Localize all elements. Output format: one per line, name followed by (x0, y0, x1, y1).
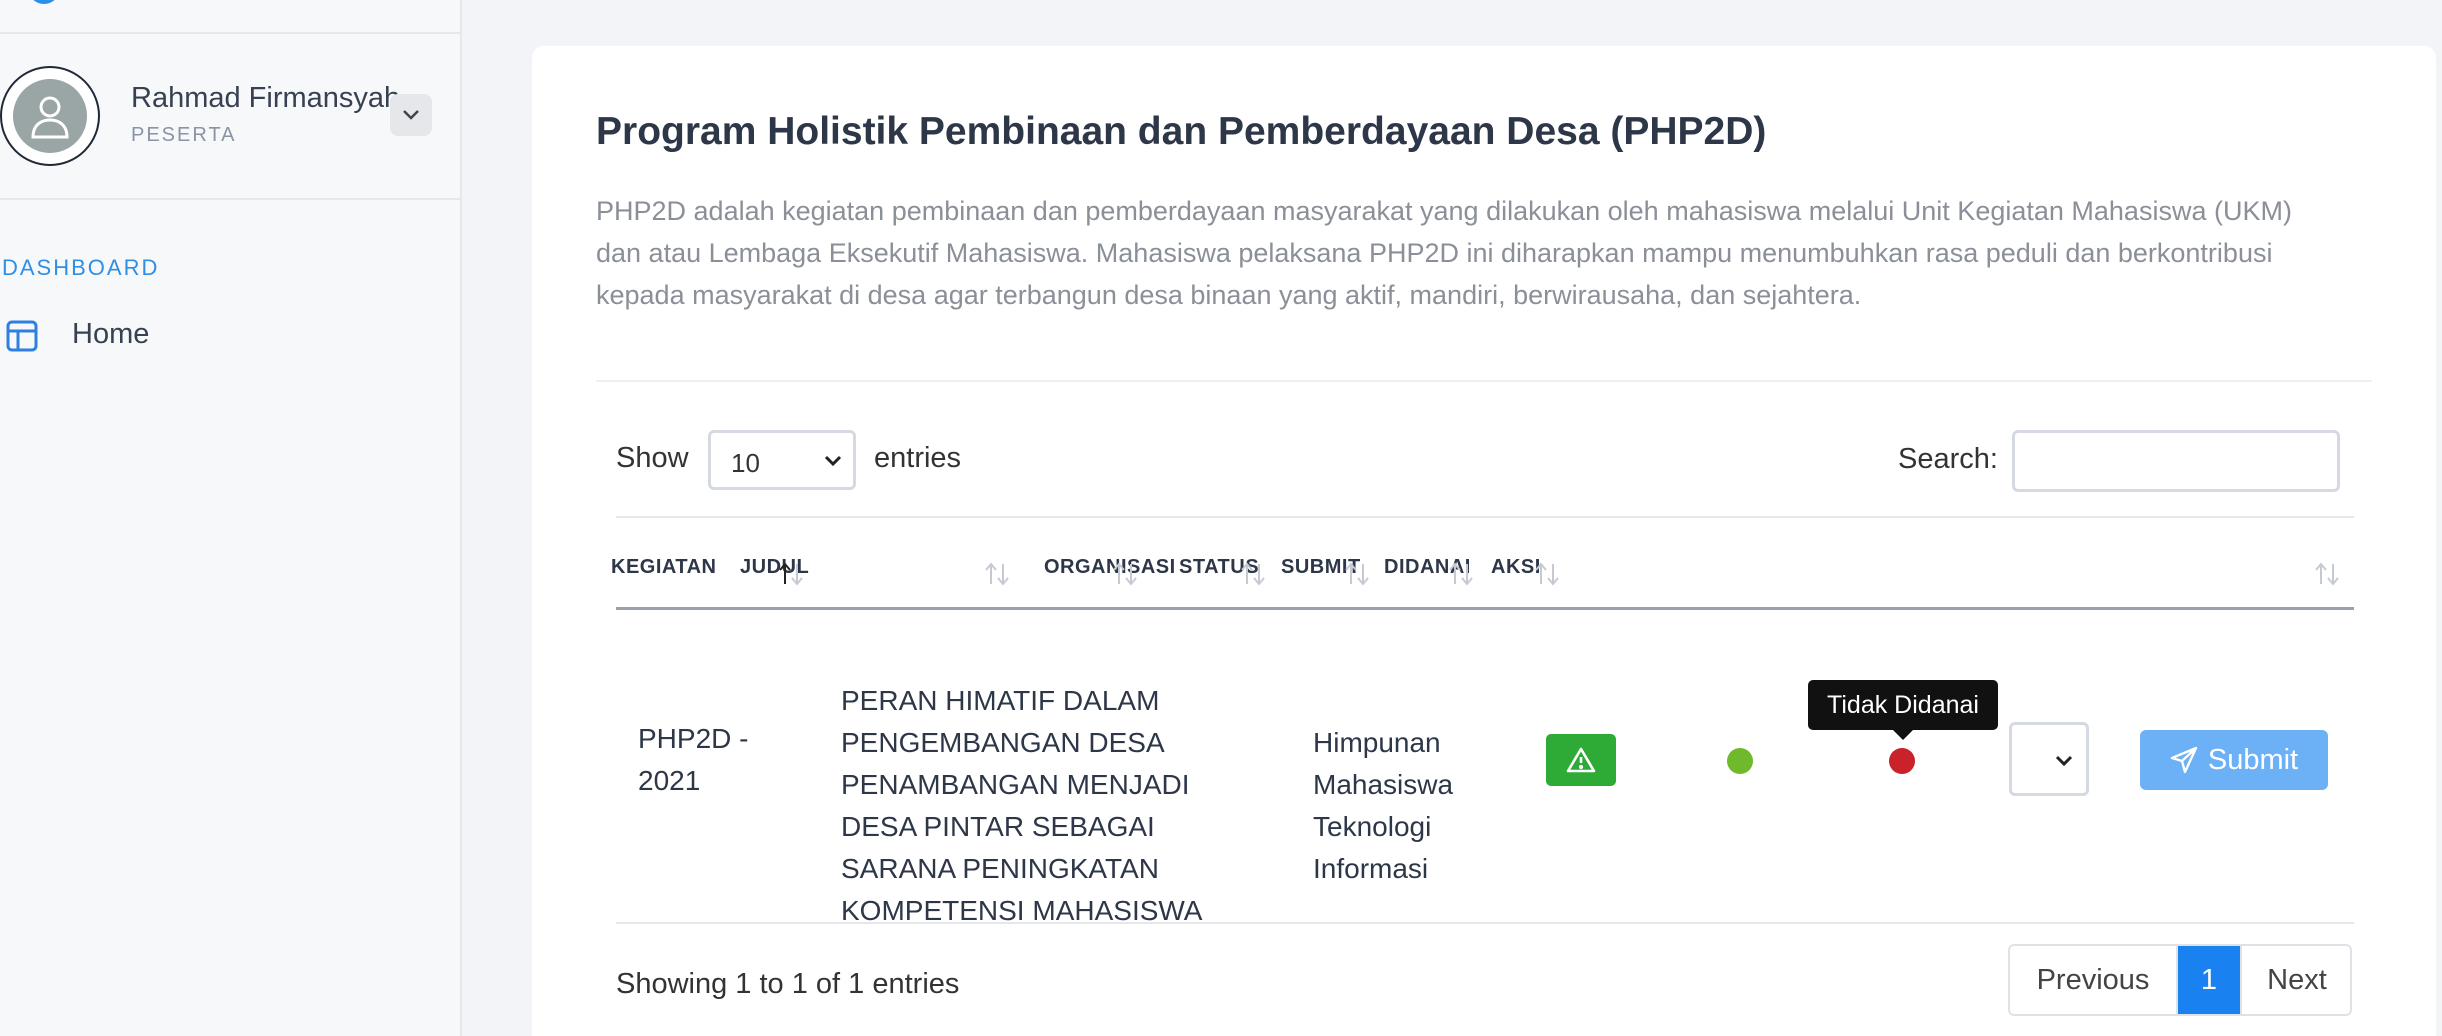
sort-icon[interactable] (1448, 560, 1474, 588)
sort-icon[interactable] (1534, 560, 1560, 588)
layout-icon (6, 320, 38, 357)
table-header-border (616, 607, 2354, 610)
pagination-page-1[interactable]: 1 (2178, 946, 2240, 1014)
user-icon (13, 79, 87, 153)
submit-status-dot (1727, 748, 1753, 774)
didanai-tooltip: Tidak Didanai (1808, 680, 1998, 740)
page-length-select[interactable]: 10 (708, 430, 856, 490)
sort-icon[interactable] (2314, 560, 2340, 588)
sidebar: Rahmad Firmansyah PESERTA DASHBOARD Home (0, 0, 462, 1036)
send-icon (2170, 746, 2198, 774)
sidebar-divider (0, 198, 460, 200)
column-header-kegiatan[interactable]: KEGIATAN (611, 556, 716, 579)
sort-icon[interactable] (1240, 560, 1266, 588)
pagination-previous[interactable]: Previous (2010, 946, 2178, 1014)
cell-judul: PERAN HIMATIF DALAM PENGEMBANGAN DESA PE… (841, 685, 1203, 926)
aksi-select[interactable] (2009, 722, 2089, 796)
chevron-down-icon (403, 110, 419, 120)
sidebar-divider (0, 32, 460, 34)
page-description: PHP2D adalah kegiatan pembinaan dan pemb… (596, 196, 2292, 310)
show-label: Show (616, 442, 689, 474)
pagination: Previous 1 Next (2008, 944, 2352, 1016)
pagination-next[interactable]: Next (2240, 946, 2350, 1014)
sort-icon[interactable] (1112, 560, 1138, 588)
search-label: Search: (1898, 443, 1998, 475)
content-card: Program Holistik Pembinaan dan Pemberday… (532, 46, 2436, 1036)
app-logo-icon (28, 0, 60, 4)
user-menu-toggle[interactable] (390, 94, 432, 136)
entries-label: entries (874, 442, 962, 474)
sort-icon[interactable] (984, 560, 1010, 588)
chevron-down-icon (2055, 755, 2073, 767)
section-divider (596, 380, 2372, 382)
table-top-border (616, 516, 2354, 518)
submit-button-label: Submit (2207, 743, 2299, 776)
cell-kegiatan: PHP2D - 2021 (638, 723, 749, 796)
column-header-organisasi[interactable]: ORGANISASI (1044, 556, 1176, 579)
warning-icon (1566, 747, 1596, 773)
didanai-status-dot[interactable] (1889, 748, 1915, 774)
cell-organisasi: Himpunan Mahasiswa Teknologi Informasi (1313, 727, 1454, 884)
sidebar-section-label: DASHBOARD (2, 255, 160, 280)
sort-icon[interactable] (1344, 560, 1370, 588)
user-name: Rahmad Firmansyah (131, 82, 401, 114)
status-warning-button[interactable] (1546, 734, 1616, 786)
chevron-down-icon (824, 455, 842, 467)
table-info: Showing 1 to 1 of 1 entries (616, 968, 960, 1000)
sidebar-item-home[interactable]: Home (0, 310, 440, 358)
submit-button[interactable]: Submit (2140, 730, 2328, 790)
search-input[interactable] (2012, 430, 2340, 492)
user-profile: Rahmad Firmansyah PESERTA (0, 64, 460, 198)
avatar[interactable] (0, 66, 100, 166)
table-bottom-border (616, 922, 2354, 924)
sidebar-item-label: Home (72, 318, 150, 350)
page-title: Program Holistik Pembinaan dan Pemberday… (596, 110, 1767, 153)
page-length-value: 10 (731, 448, 760, 478)
user-role: PESERTA (131, 124, 237, 146)
sort-asc-icon[interactable] (778, 560, 804, 588)
